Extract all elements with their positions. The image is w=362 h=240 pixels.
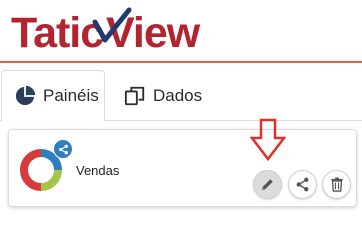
trash-icon [330, 177, 343, 192]
tacticview-logo: Tatic View [11, 7, 201, 56]
tab-paineis[interactable]: Painéis [1, 70, 105, 121]
share-button[interactable] [288, 170, 317, 199]
logo-text-view: View [106, 9, 201, 56]
dashboard-card-vendas[interactable]: Vendas [8, 129, 357, 207]
card-title: Vendas [76, 163, 120, 178]
app-window: Tatic View Painéis Dados Vendas [0, 0, 362, 213]
tab-bar: Painéis Dados [0, 63, 362, 121]
edit-button[interactable] [253, 170, 282, 199]
down-arrow-icon [250, 118, 286, 162]
logo-text-tatic: Tatic [11, 9, 103, 56]
share-icon [58, 144, 68, 154]
shared-badge [53, 139, 73, 159]
share-icon [296, 177, 309, 192]
tab-dados[interactable]: Dados [112, 70, 217, 121]
tab-dados-label: Dados [153, 85, 203, 105]
copy-icon [124, 86, 145, 105]
pencil-icon [261, 179, 273, 191]
pie-chart-icon [15, 85, 36, 105]
delete-button[interactable] [322, 170, 351, 199]
tab-paineis-label: Painéis [43, 85, 99, 105]
header: Tatic View [0, 0, 362, 61]
